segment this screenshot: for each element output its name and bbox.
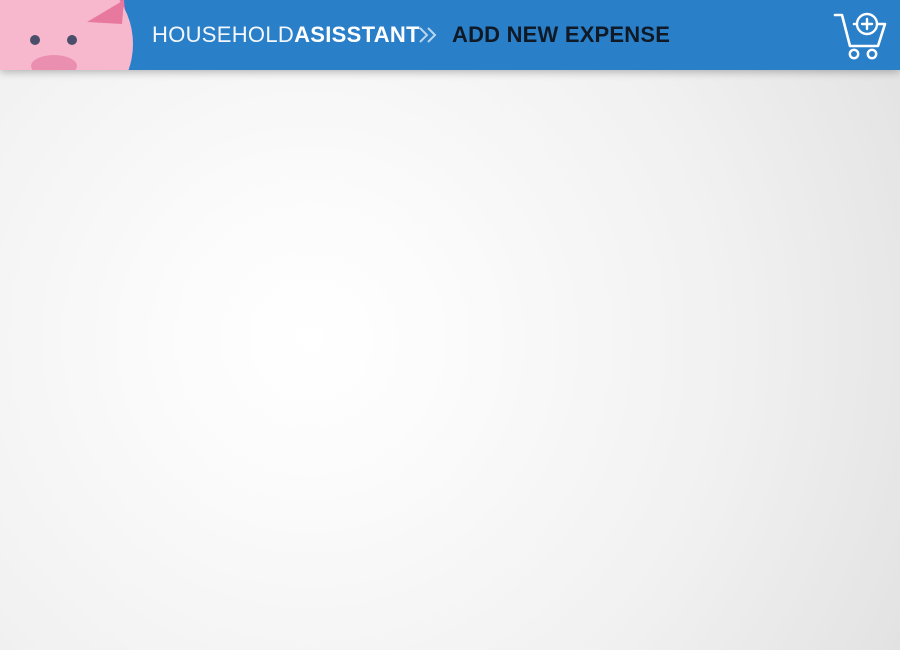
pig-icon: [0, 0, 135, 70]
top-bar: HOUSEHOLDASISSTANT ADD NEW EXPENSE: [0, 0, 900, 70]
app-brand: HOUSEHOLDASISSTANT: [152, 22, 420, 48]
main-content: [0, 70, 900, 650]
add-to-cart-button[interactable]: [832, 8, 890, 64]
brand-name-light: HOUSEHOLD: [152, 22, 295, 47]
double-chevron-right-icon: [418, 26, 438, 44]
brand-name-bold: ASISSTANT: [294, 22, 420, 47]
page-title: ADD NEW EXPENSE: [452, 22, 671, 47]
cart-add-icon: [833, 12, 887, 60]
